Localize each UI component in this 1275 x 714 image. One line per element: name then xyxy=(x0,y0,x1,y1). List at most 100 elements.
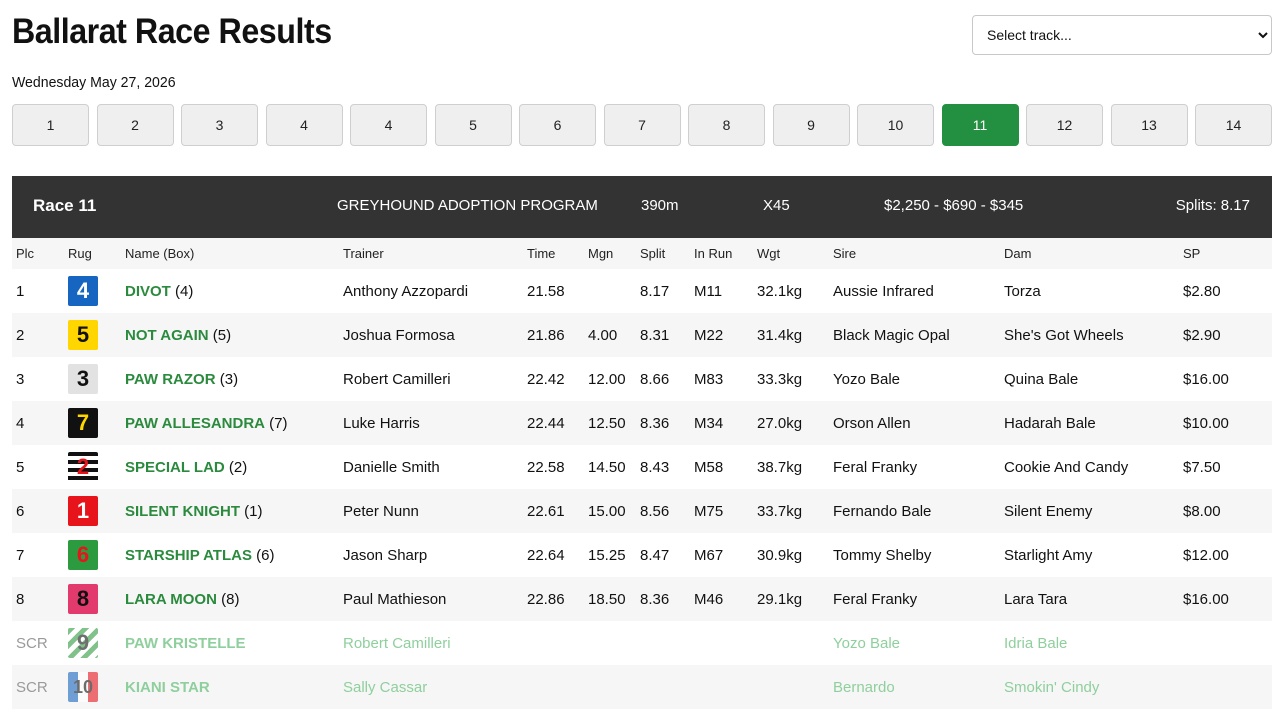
column-header-dam: Dam xyxy=(1000,238,1179,269)
race-button-2[interactable]: 2 xyxy=(96,104,174,146)
column-header-wgt: Wgt xyxy=(753,238,829,269)
race-button-9[interactable]: 8 xyxy=(688,104,765,146)
weight-cell: 27.0kg xyxy=(753,401,829,445)
race-button-13[interactable]: 12 xyxy=(1026,104,1103,146)
place-cell: SCR xyxy=(12,621,64,665)
race-nav: 1 2 3 4 4 5 6 7 8 9 10 11 12 13 14 xyxy=(12,104,1272,146)
race-label: Race 11 xyxy=(33,196,97,215)
place-cell: 8 xyxy=(12,577,64,621)
race-button-5[interactable]: 4 xyxy=(350,104,427,146)
trainer-link[interactable]: Anthony Azzopardi xyxy=(339,269,523,313)
sire-link[interactable]: Feral Franky xyxy=(829,577,1000,621)
dam-link[interactable]: Lara Tara xyxy=(1000,577,1179,621)
trainer-link[interactable]: Luke Harris xyxy=(339,401,523,445)
race-button-15[interactable]: 14 xyxy=(1195,104,1272,146)
sp-cell: $2.90 xyxy=(1179,313,1272,357)
dam-link[interactable]: Starlight Amy xyxy=(1000,533,1179,577)
race-button-6[interactable]: 5 xyxy=(434,104,512,146)
dog-name-link[interactable]: SPECIAL LAD xyxy=(125,459,225,476)
track-select[interactable]: Select track... xyxy=(972,15,1272,55)
split-cell: 8.47 xyxy=(636,533,690,577)
dog-name-link[interactable]: LARA MOON xyxy=(125,591,217,608)
race-button-4[interactable]: 4 xyxy=(265,104,343,146)
box-number: (5) xyxy=(212,326,232,344)
sire-link[interactable]: Bernardo xyxy=(829,665,1000,709)
rug-10-icon: 10 xyxy=(68,672,98,702)
weight-cell xyxy=(753,621,829,665)
place-cell: 4 xyxy=(12,401,64,445)
time-cell: 22.61 xyxy=(523,489,584,533)
race-grade: X45 xyxy=(763,197,790,214)
split-cell: 8.56 xyxy=(636,489,690,533)
dam-link[interactable]: Torza xyxy=(1000,269,1179,313)
race-distance: 390m xyxy=(641,197,679,214)
box-number: (8) xyxy=(221,590,240,608)
trainer-link[interactable]: Jason Sharp xyxy=(339,533,523,577)
sire-link[interactable]: Fernando Bale xyxy=(829,489,1000,533)
trainer-link[interactable]: Peter Nunn xyxy=(339,489,523,533)
column-header-plc: Plc xyxy=(12,238,64,269)
dog-name-link[interactable]: PAW ALLESANDRA xyxy=(125,415,265,432)
dam-link[interactable]: Idria Bale xyxy=(1000,621,1179,665)
trainer-link[interactable]: Paul Mathieson xyxy=(339,577,523,621)
dam-link[interactable]: Cookie And Candy xyxy=(1000,445,1179,489)
trainer-link[interactable]: Robert Camilleri xyxy=(339,621,523,665)
name-cell: PAW ALLESANDRA (7) xyxy=(121,401,339,445)
dam-link[interactable]: She's Got Wheels xyxy=(1000,313,1179,357)
table-row: 3 3 PAW RAZOR (3) Robert Camilleri 22.42 12.0… xyxy=(12,357,1272,401)
name-cell: KIANI STAR xyxy=(121,665,339,709)
race-button-1[interactable]: 1 xyxy=(12,104,89,146)
column-header-split: Split xyxy=(636,238,690,269)
time-cell: 22.58 xyxy=(523,445,584,489)
rug-cell: 1 xyxy=(64,489,121,533)
margin-cell: 18.50 xyxy=(584,577,636,621)
sire-link[interactable]: Black Magic Opal xyxy=(829,313,1000,357)
name-cell: SILENT KNIGHT (1) xyxy=(121,489,339,533)
rug-cell: 7 xyxy=(64,401,121,445)
column-header-rug: Rug xyxy=(64,238,121,269)
trainer-link[interactable]: Sally Cassar xyxy=(339,665,523,709)
sire-link[interactable]: Tommy Shelby xyxy=(829,533,1000,577)
sire-link[interactable]: Yozo Bale xyxy=(829,621,1000,665)
column-header-time: Time xyxy=(523,238,584,269)
dam-link[interactable]: Smokin' Cindy xyxy=(1000,665,1179,709)
rug-cell: 6 xyxy=(64,533,121,577)
weight-cell: 32.1kg xyxy=(753,269,829,313)
margin-cell: 14.50 xyxy=(584,445,636,489)
race-button-10[interactable]: 9 xyxy=(772,104,850,146)
dam-link[interactable]: Hadarah Bale xyxy=(1000,401,1179,445)
place-cell: 5 xyxy=(12,445,64,489)
race-button-8[interactable]: 7 xyxy=(603,104,681,146)
dog-name-link[interactable]: DIVOT xyxy=(125,283,171,300)
sire-link[interactable]: Feral Franky xyxy=(829,445,1000,489)
column-header-name-box: Name (Box) xyxy=(121,238,339,269)
race-button-11[interactable]: 10 xyxy=(857,104,934,146)
dam-link[interactable]: Quina Bale xyxy=(1000,357,1179,401)
dog-name-link[interactable]: SILENT KNIGHT xyxy=(125,503,240,520)
trainer-link[interactable]: Joshua Formosa xyxy=(339,313,523,357)
dog-name-link[interactable]: PAW RAZOR xyxy=(125,371,216,388)
time-cell: 21.86 xyxy=(523,313,584,357)
trainer-link[interactable]: Robert Camilleri xyxy=(339,357,523,401)
race-button-12[interactable]: 11 xyxy=(941,104,1019,146)
sire-link[interactable]: Aussie Infrared xyxy=(829,269,1000,313)
dog-name-link[interactable]: PAW KRISTELLE xyxy=(125,635,246,652)
race-button-3[interactable]: 3 xyxy=(181,104,258,146)
race-button-7[interactable]: 6 xyxy=(519,104,596,146)
sire-link[interactable]: Yozo Bale xyxy=(829,357,1000,401)
in-run-cell: M11 xyxy=(690,269,753,313)
sire-link[interactable]: Orson Allen xyxy=(829,401,1000,445)
race-button-14[interactable]: 13 xyxy=(1110,104,1188,146)
dam-link[interactable]: Silent Enemy xyxy=(1000,489,1179,533)
box-number: (1) xyxy=(244,502,263,520)
dog-name-link[interactable]: NOT AGAIN xyxy=(125,327,209,344)
dog-name-link[interactable]: KIANI STAR xyxy=(125,679,210,696)
box-number: (3) xyxy=(219,370,239,388)
split-cell: 8.17 xyxy=(636,269,690,313)
rug-cell: 8 xyxy=(64,577,121,621)
margin-cell: 4.00 xyxy=(584,313,636,357)
in-run-cell: M58 xyxy=(690,445,753,489)
place-cell: 7 xyxy=(12,533,64,577)
dog-name-link[interactable]: STARSHIP ATLAS xyxy=(125,547,252,564)
trainer-link[interactable]: Danielle Smith xyxy=(339,445,523,489)
